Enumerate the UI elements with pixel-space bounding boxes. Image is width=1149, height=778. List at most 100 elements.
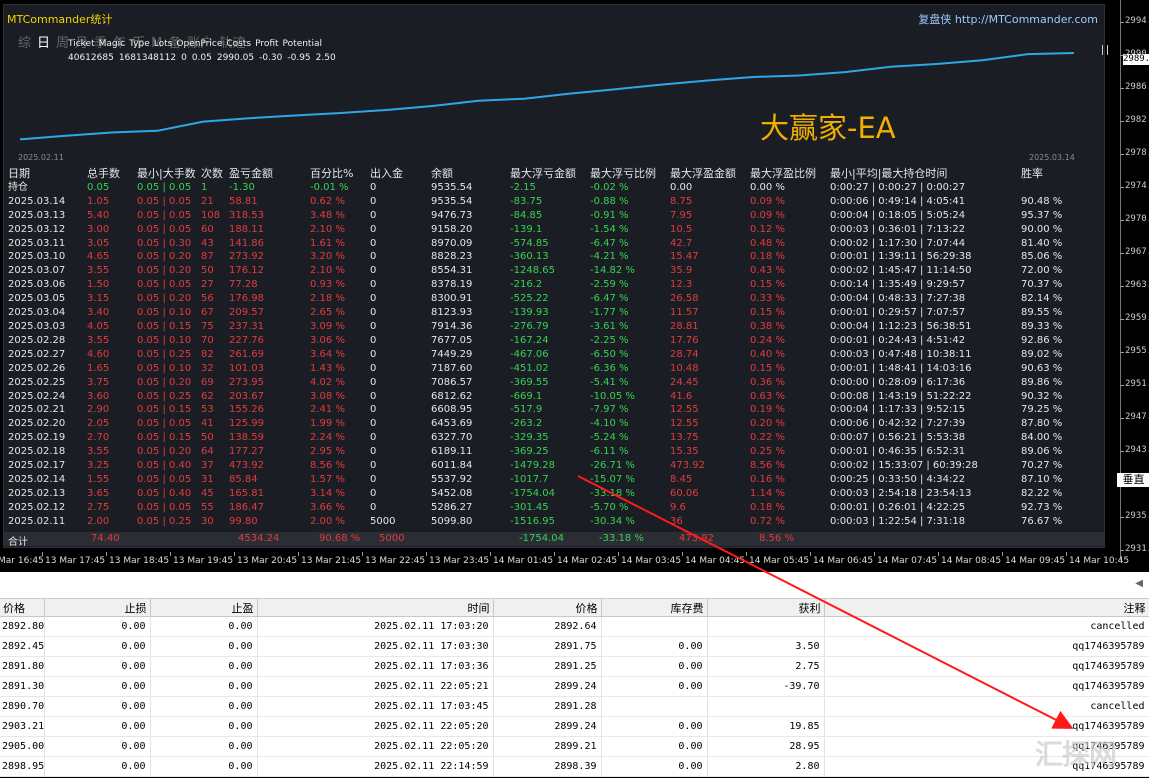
stats-cell: 0	[370, 279, 377, 291]
trade-header-cell[interactable]: 价格	[0, 599, 45, 617]
stats-cell: 85.84	[229, 473, 258, 485]
ticket-header: Ticket Magic Type Lots OpenPrice Costs Profit P…	[68, 39, 326, 49]
stats-cell: 9535.54	[431, 181, 473, 193]
stats-cell: 89.33 %	[1021, 320, 1063, 332]
trade-cell: 2899.24	[493, 676, 602, 697]
trade-cell: 0.00	[44, 716, 151, 737]
stats-cell: 64	[201, 446, 214, 458]
stats-cell: 0:00:00 | 0:28:09 | 6:17:36	[830, 376, 966, 388]
trade-cell: 0.00	[150, 676, 258, 697]
stats-cell: 0	[370, 181, 377, 193]
price-tick-label: 2931.	[1119, 544, 1149, 554]
trade-row[interactable]: 2905.00 0.00 0.00 2025.02.11 22:05:20 2899.2…	[0, 736, 1149, 757]
stats-cell: 99.80	[229, 515, 258, 527]
stats-cell: 0.05 | 0.10	[137, 334, 192, 346]
totals-profit: 4534.24	[238, 533, 280, 544]
trade-row[interactable]: 2898.95 0.00 0.00 2025.02.11 22:14:59 2898.3…	[0, 756, 1149, 777]
stats-cell: 0.05 | 0.20	[137, 446, 192, 458]
stats-cell: 2.05	[87, 418, 110, 430]
ticket-header-cell: Lots	[153, 39, 173, 49]
stats-cell: 0:00:01 | 0:24:43 | 4:51:42	[830, 334, 966, 346]
stats-row: 2025.02.14 1.55 0.05 | 0.05 31 85.84 1.57 % 0 5…	[4, 473, 1104, 487]
vertical-line-label: 垂直	[1117, 473, 1149, 487]
ticket-value-cell: 1681348112	[118, 53, 177, 63]
trade-row[interactable]: 2903.21 0.00 0.00 2025.02.11 22:05:20 2899.2…	[0, 716, 1149, 737]
stats-cell: 0.05 | 0.05	[137, 473, 192, 485]
stats-cell: 9535.54	[431, 195, 473, 207]
totals-max-float-profit: 473.92	[679, 533, 714, 544]
stats-cell: 90.32 %	[1021, 390, 1063, 402]
trade-header-cell[interactable]: 止损	[44, 599, 151, 617]
trade-header-cell[interactable]: 注释	[824, 599, 1149, 617]
trade-cell: 2025.02.11 17:03:30	[257, 636, 494, 657]
trade-row[interactable]: 2892.45 0.00 0.00 2025.02.11 17:03:30 2891.7…	[0, 636, 1149, 657]
stats-cell: 41	[201, 418, 214, 430]
stats-cell: 0:00:02 | 1:45:47 | 11:14:50	[830, 265, 972, 277]
brand-link[interactable]: 复盘侠 http://MTCommander.com	[918, 11, 1098, 27]
stats-cell: 2.18 %	[310, 293, 345, 305]
trade-header-cell[interactable]: 价格	[493, 599, 602, 617]
stats-cell: 0	[370, 209, 377, 221]
stats-header-cell: 次数	[201, 167, 223, 180]
stats-cell: 0.24 %	[750, 334, 785, 346]
statistics-window[interactable]: MTCommander统计 复盘侠 http://MTCommander.com…	[3, 4, 1108, 548]
stats-cell: 2025.03.07	[8, 265, 66, 277]
stats-cell: 43	[201, 237, 214, 249]
ticket-header-cell: Type	[129, 39, 150, 49]
current-price-tag: 2989.	[1123, 54, 1149, 65]
trade-row[interactable]: 2892.80 0.00 0.00 2025.02.11 17:03:20 2892.6…	[0, 616, 1149, 637]
stats-cell: 4.65	[87, 251, 110, 263]
stats-cell: 2025.02.26	[8, 362, 66, 374]
stats-cell: 0.19 %	[750, 404, 785, 416]
trade-row[interactable]: 2890.70 0.00 0.00 2025.02.11 17:03:45 2891.2…	[0, 696, 1149, 717]
trade-header-cell[interactable]: 库存费	[601, 599, 708, 617]
trade-cell: 2025.02.11 17:03:20	[257, 616, 494, 637]
stats-cell: 8.75	[670, 195, 693, 207]
stats-cell: 165.81	[229, 487, 264, 499]
stats-cell: 3.09 %	[310, 320, 345, 332]
stats-cell: 2.41 %	[310, 404, 345, 416]
stats-cell: 2025.02.18	[8, 446, 66, 458]
stats-cell: 67	[201, 307, 214, 319]
stats-cell: 17.76	[670, 334, 699, 346]
trade-cell: 0.00	[601, 656, 708, 677]
equity-line	[19, 52, 1075, 141]
trade-cell: 0.00	[44, 756, 151, 777]
stats-header-cell: 盈亏金额	[229, 167, 273, 180]
stats-cell: 60	[201, 223, 214, 235]
stats-cell: 2025.02.13	[8, 487, 66, 499]
stats-cell: 0.05 | 0.40	[137, 487, 192, 499]
stats-cell: 7.95	[670, 209, 693, 221]
stats-cell: 70.37 %	[1021, 279, 1063, 291]
trade-header-cell[interactable]: 获利	[707, 599, 825, 617]
pause-icon[interactable]	[1102, 45, 1108, 55]
stats-cell: 8123.93	[431, 307, 473, 319]
stats-row: 2025.03.13 5.40 0.05 | 0.05 108 318.53 3.48 %…	[4, 209, 1104, 223]
stats-cell: 0	[370, 404, 377, 416]
stats-header-cell: 最大浮盈比例	[750, 167, 816, 180]
time-tick-label: 14 Mar 10:45	[1065, 552, 1130, 566]
stats-cell: 31	[201, 473, 214, 485]
price-tick-label: 2935.	[1119, 511, 1149, 521]
trade-cell: 0.00	[44, 636, 151, 657]
window-title: MTCommander统计	[7, 13, 113, 26]
stats-cell: 21	[201, 195, 214, 207]
stats-cell: 0.40 %	[750, 348, 785, 360]
stats-cell: 0.16 %	[750, 473, 785, 485]
stats-header-cell: 总手数	[87, 167, 120, 180]
stats-cell: -2.59 %	[590, 279, 629, 291]
stats-cell: 0:00:02 | 1:17:30 | 7:07:44	[830, 237, 966, 249]
trade-row[interactable]: 2891.30 0.00 0.00 2025.02.11 22:05:21 2899.2…	[0, 676, 1149, 697]
trade-row[interactable]: 2891.80 0.00 0.00 2025.02.11 17:03:36 2891.2…	[0, 656, 1149, 677]
trade-header-cell[interactable]: 时间	[257, 599, 494, 617]
stats-cell: 0	[370, 320, 377, 332]
trade-header-cell[interactable]: 止盈	[150, 599, 258, 617]
time-tick-label: 14 Mar 01:45	[489, 552, 554, 566]
stats-cell: 273.92	[229, 251, 264, 263]
scroll-right-icon[interactable]: ◀	[1135, 578, 1143, 589]
stats-cell: 125.99	[229, 418, 264, 430]
ticket-value-cell: 2.50	[315, 53, 336, 63]
stats-cell: 0:00:06 | 0:49:14 | 4:05:41	[830, 195, 966, 207]
stats-cell: 6327.70	[431, 432, 473, 444]
horizontal-scrollbar[interactable]: ◀	[0, 572, 1149, 599]
